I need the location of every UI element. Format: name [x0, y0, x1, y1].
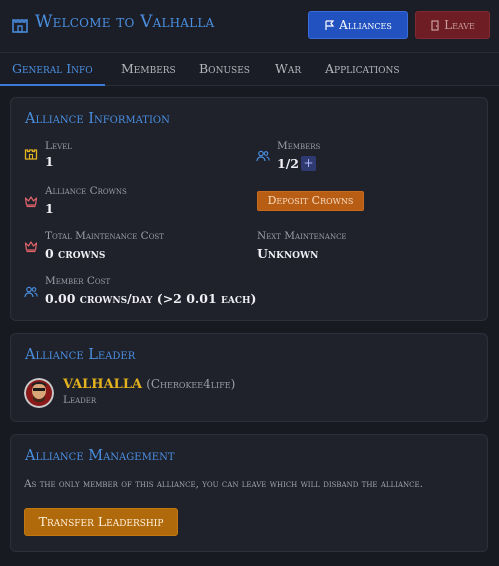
avatar[interactable]: [24, 378, 54, 408]
leader-role: Leader: [63, 394, 97, 406]
crown-icon: [24, 241, 38, 253]
member-cost-label: Member Cost: [45, 275, 111, 287]
users-icon: [256, 150, 270, 162]
tab-bar: General Info Members Bonuses War Applica…: [0, 53, 499, 86]
alliances-button[interactable]: Alliances: [308, 11, 408, 39]
alliance-information-title: Alliance Information: [25, 111, 170, 127]
leader-username: (Cherokee4life): [146, 377, 236, 391]
page-title: Welcome to Valhalla: [35, 12, 215, 32]
castle-icon: [24, 149, 38, 160]
member-cost-value: 0.00 crowns/day (>2 0.01 each): [45, 291, 257, 306]
tab-war[interactable]: War: [275, 53, 301, 84]
alliances-button-label: Alliances: [339, 18, 392, 32]
avatar-image: [24, 378, 54, 408]
alliance-information-card: Alliance Information: [10, 97, 488, 321]
maintenance-cost-label: Total Maintenance Cost: [45, 230, 164, 242]
tab-bonuses[interactable]: Bonuses: [199, 53, 250, 84]
tab-members[interactable]: Members: [121, 53, 176, 84]
page-header: Welcome to Valhalla Alliances Leave: [0, 0, 499, 53]
deposit-crowns-button[interactable]: Deposit Crowns: [257, 191, 364, 211]
level-value: 1: [45, 154, 54, 169]
tab-general-info[interactable]: General Info: [0, 53, 105, 86]
leader-display-name[interactable]: VALHALLA: [63, 377, 142, 392]
management-description: As the only member of this alliance, you…: [24, 478, 423, 490]
next-maintenance-label: Next Maintenance: [257, 230, 347, 242]
door-icon: [431, 19, 439, 31]
level-label: Level: [45, 140, 72, 152]
alliance-crowns-value: 1: [45, 201, 54, 216]
transfer-leadership-button[interactable]: Transfer Leadership: [24, 508, 178, 536]
add-member-button[interactable]: +: [301, 156, 316, 171]
next-maintenance-value: Unknown: [257, 246, 319, 261]
maintenance-cost-value: 0 crowns: [45, 246, 106, 261]
members-value: 1/2: [277, 156, 299, 171]
leave-button-label: Leave: [444, 18, 475, 32]
leader-name[interactable]: VALHALLA (Cherokee4life): [63, 377, 235, 392]
crown-icon: [24, 196, 38, 208]
leave-button[interactable]: Leave: [415, 11, 490, 39]
castle-icon: [12, 19, 28, 33]
alliance-crowns-label: Alliance Crowns: [45, 185, 127, 197]
alliance-leader-title: Alliance Leader: [25, 347, 136, 363]
flag-icon: [325, 19, 335, 30]
members-label: Members: [277, 140, 321, 152]
tab-applications[interactable]: Applications: [325, 53, 400, 84]
users-icon: [24, 286, 38, 298]
alliance-management-title: Alliance Management: [25, 448, 175, 464]
